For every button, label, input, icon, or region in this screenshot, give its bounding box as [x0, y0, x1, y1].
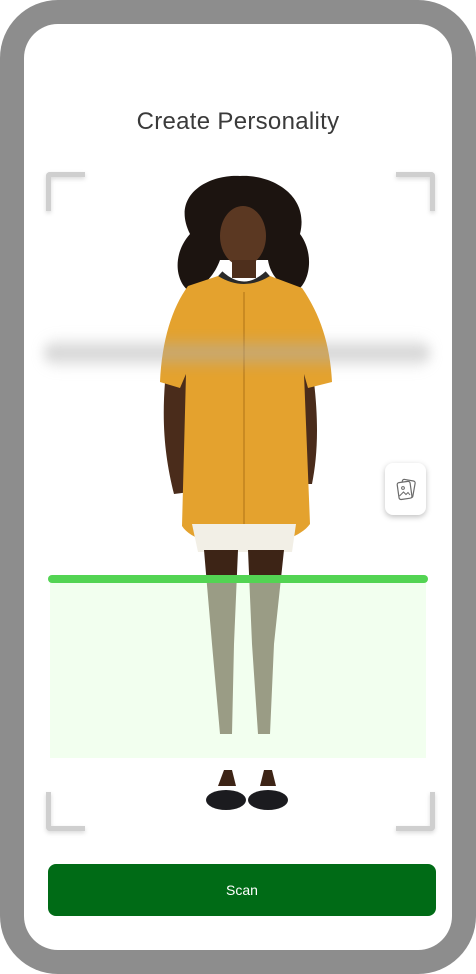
page-title: Create Personality: [136, 108, 340, 135]
photo-gallery-icon: [396, 478, 416, 501]
viewfinder-corner-top-left: [46, 172, 85, 211]
viewfinder-corner-bottom-right: [396, 792, 435, 831]
scan-button[interactable]: Scan: [48, 864, 436, 916]
viewfinder-corner-top-right: [396, 172, 435, 211]
app-screen: Create Personality Scan: [24, 24, 452, 950]
viewfinder-corner-bottom-left: [46, 792, 85, 831]
scan-blur-band: [44, 336, 430, 370]
gallery-button[interactable]: [385, 463, 426, 515]
scan-line: [48, 575, 428, 583]
scan-area: [50, 583, 426, 758]
phone-frame: Create Personality Scan: [0, 0, 476, 974]
